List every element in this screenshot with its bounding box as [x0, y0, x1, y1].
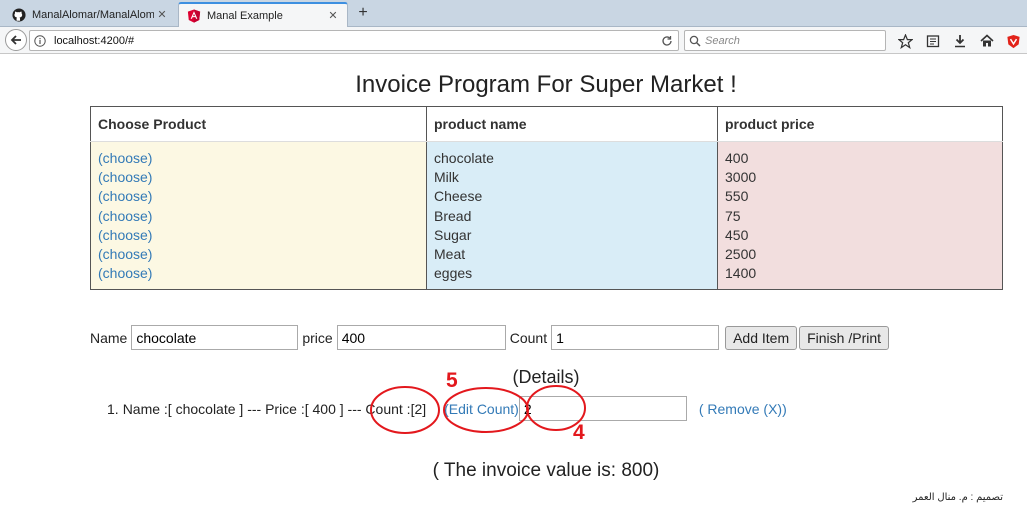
tab-manal-example[interactable]: Manal Example ✕	[178, 2, 348, 27]
table-row: (choose) (choose) (choose) (choose) (cho…	[90, 141, 1003, 290]
new-tab-icon[interactable]: +	[354, 4, 372, 22]
reload-icon[interactable]	[656, 35, 678, 47]
annotation-number-4: 4	[573, 421, 585, 444]
product-name: chocolate	[434, 150, 494, 166]
price-input[interactable]	[336, 325, 506, 350]
details-title: (Details)	[512, 367, 580, 387]
tab-label: ManalAlomar/ManalAlomar	[32, 8, 154, 21]
column-header-name: product name	[426, 106, 718, 142]
back-button[interactable]	[5, 29, 27, 51]
name-column: chocolate Milk Cheese Bread Sugar Meat e…	[426, 141, 718, 290]
back-arrow-icon	[10, 35, 21, 45]
name-input[interactable]	[131, 325, 299, 350]
item-index: 1.	[107, 400, 119, 417]
choose-link[interactable]: (choose)	[98, 149, 419, 168]
choose-link[interactable]: (choose)	[98, 168, 419, 187]
bookmark-star-icon[interactable]	[892, 31, 919, 51]
column-header-choose: Choose Product	[90, 106, 427, 142]
add-item-button[interactable]: Add Item	[725, 325, 798, 350]
shield-icon[interactable]	[1000, 31, 1027, 51]
product-price: 400	[725, 150, 749, 166]
invoice-total: ( The invoice value is: 800)	[432, 460, 660, 481]
product-price: 550	[725, 188, 749, 205]
item-details-text: Name :[ chocolate ] --- Price :[ 400 ] -…	[122, 400, 427, 417]
navigation-bar: localhost:4200/# Search	[0, 27, 1027, 54]
annotation-number-5: 5	[446, 369, 458, 392]
choose-link[interactable]: (choose)	[98, 207, 419, 226]
table-header-row: Choose Product product name product pric…	[90, 106, 1003, 142]
choose-link[interactable]: (choose)	[98, 226, 419, 245]
product-name: Meat	[434, 246, 466, 263]
product-price: 450	[725, 226, 749, 243]
column-header-price: product price	[717, 106, 1003, 142]
product-name: egges	[434, 265, 473, 282]
edit-count-input[interactable]	[518, 396, 687, 421]
name-label: Name	[90, 329, 128, 346]
search-box[interactable]: Search	[684, 30, 886, 51]
product-price: 2500	[725, 246, 757, 263]
price-label: price	[302, 329, 333, 346]
choose-link[interactable]: (choose)	[98, 187, 419, 206]
tab-label: Manal Example	[207, 9, 283, 22]
search-icon	[685, 35, 705, 47]
choose-link[interactable]: (choose)	[98, 264, 419, 283]
product-name: Milk	[434, 169, 459, 186]
product-price: 3000	[725, 169, 757, 186]
product-price: 75	[725, 207, 741, 224]
edit-count-link[interactable]: (Edit Count)	[444, 401, 519, 417]
search-placeholder: Search	[705, 34, 740, 47]
close-icon[interactable]: ✕	[325, 9, 341, 22]
designer-credit: تصميم : م. منال العمر	[912, 492, 1003, 503]
download-icon[interactable]	[946, 31, 973, 51]
add-item-form: Name price Count Add Item Finish /Print	[90, 325, 890, 350]
page-title: Invoice Program For Super Market !	[355, 71, 737, 98]
product-name: Sugar	[434, 226, 472, 243]
price-column: 400 3000 550 75 450 2500 1400	[717, 141, 1003, 290]
address-bar[interactable]: localhost:4200/#	[29, 30, 679, 51]
invoice-item: 1. Name :[ chocolate ] --- Price :[ 400 …	[107, 396, 787, 421]
count-input[interactable]	[551, 325, 720, 350]
product-price: 1400	[725, 265, 757, 282]
count-label: Count	[509, 329, 548, 346]
finish-print-button[interactable]: Finish /Print	[799, 325, 890, 350]
url-text[interactable]: localhost:4200/#	[50, 35, 656, 47]
tab-github[interactable]: ManalAlomar/ManalAlomar ✕	[4, 2, 176, 27]
tab-bar: ManalAlomar/ManalAlomar ✕ Manal Example …	[0, 0, 1027, 27]
angular-icon	[187, 8, 201, 23]
choose-link[interactable]: (choose)	[98, 245, 419, 264]
toolbar-icons	[892, 31, 1027, 51]
products-table: Choose Product product name product pric…	[90, 106, 1003, 290]
reading-list-icon[interactable]	[919, 31, 946, 51]
info-icon[interactable]	[30, 34, 50, 47]
product-name: Bread	[434, 207, 472, 224]
remove-item-link[interactable]: ( Remove (X))	[699, 401, 787, 417]
product-name: Cheese	[434, 188, 483, 205]
github-icon	[12, 7, 26, 22]
choose-column: (choose) (choose) (choose) (choose) (cho…	[90, 141, 427, 290]
close-icon[interactable]: ✕	[154, 8, 170, 21]
home-icon[interactable]	[973, 31, 1000, 51]
